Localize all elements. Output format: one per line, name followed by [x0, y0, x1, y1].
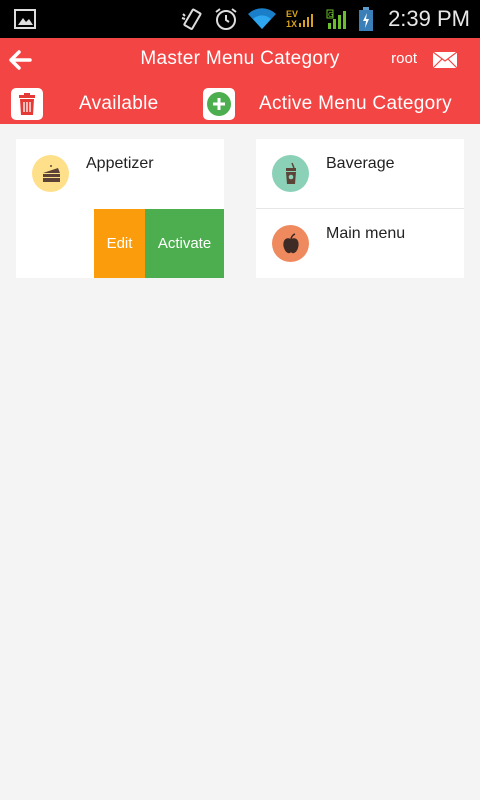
list-item-label: Appetizer	[86, 155, 154, 172]
network-type-top: EV	[286, 9, 299, 19]
apple-icon	[272, 225, 309, 262]
cdma-signal-icon	[298, 0, 314, 38]
network-type-indicator: EV 1X	[286, 0, 298, 38]
active-list: Baverage Main menu	[256, 139, 464, 278]
list-item-baverage[interactable]: Baverage	[256, 139, 464, 208]
add-button[interactable]	[203, 88, 235, 120]
wifi-icon	[246, 0, 278, 38]
network-type-bottom: 1X	[286, 19, 298, 29]
activate-button[interactable]: Activate	[145, 209, 224, 278]
mail-icon	[432, 51, 458, 69]
user-name: root	[391, 50, 417, 67]
status-bar: EV 1X G 2:39 PM	[0, 0, 480, 38]
status-time: 2:39 PM	[388, 6, 470, 31]
available-list: Appetizer Edit Activate	[16, 139, 224, 278]
cake-icon	[32, 155, 69, 192]
edit-button[interactable]: Edit	[94, 209, 145, 278]
drink-icon	[272, 155, 309, 192]
list-item-label: Baverage	[326, 155, 395, 172]
trash-icon	[19, 93, 35, 115]
list-item-label: Main menu	[326, 225, 406, 242]
delete-button[interactable]	[11, 88, 43, 120]
vibrate-icon	[180, 0, 204, 38]
list-item-appetizer[interactable]: Appetizer	[16, 139, 224, 208]
battery-charging-icon	[358, 0, 374, 38]
alarm-icon	[213, 0, 239, 38]
app-bar: Master Menu Category root Available Acti…	[0, 38, 480, 124]
gsm-signal-icon: G	[326, 0, 350, 38]
list-item-main-menu[interactable]: Main menu	[256, 209, 464, 278]
available-tab[interactable]: Available	[79, 93, 158, 115]
gsm-signal-letter: G	[328, 11, 333, 19]
mail-button[interactable]	[432, 50, 458, 70]
plus-circle-icon	[207, 92, 231, 116]
active-menu-category-tab[interactable]: Active Menu Category	[259, 93, 452, 115]
swipe-row-background	[16, 209, 94, 278]
gallery-notification-icon	[14, 0, 36, 38]
